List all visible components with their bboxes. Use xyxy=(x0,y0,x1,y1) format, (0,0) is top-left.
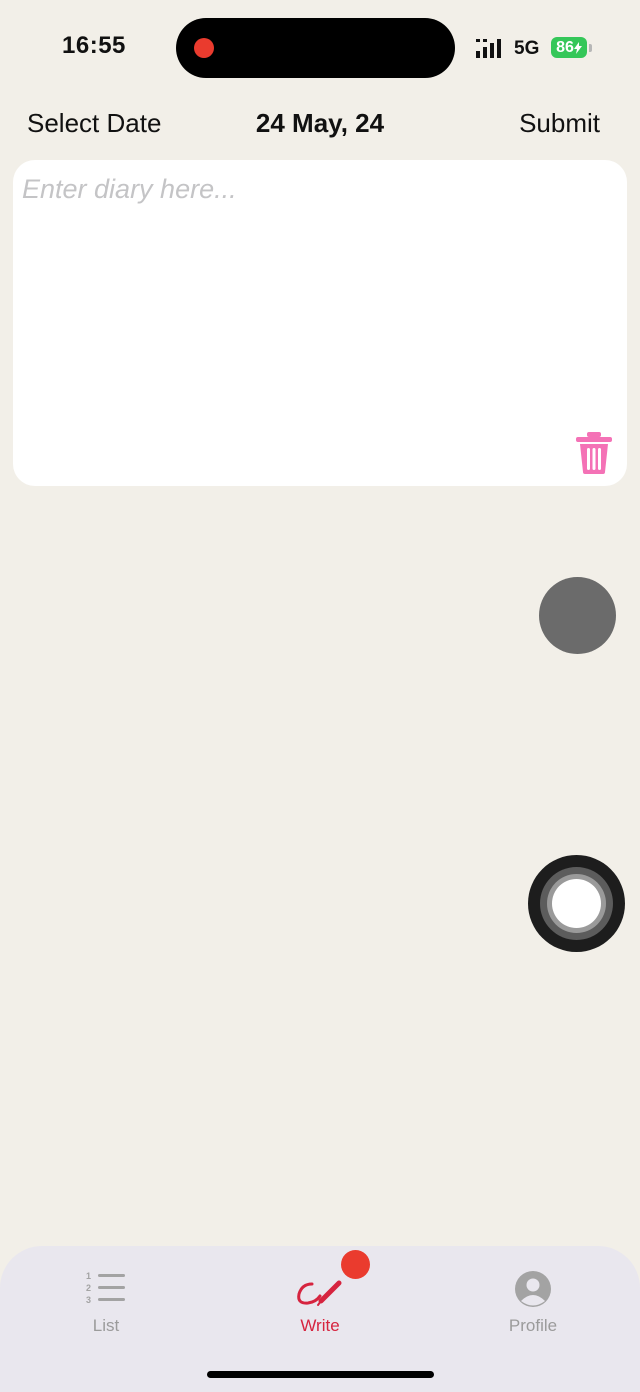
floating-touch-indicator xyxy=(539,577,616,654)
tab-profile-label: Profile xyxy=(508,1316,558,1335)
diary-input[interactable] xyxy=(22,174,582,434)
recording-touch-indicator xyxy=(341,1250,370,1279)
battery-indicator: 86 xyxy=(551,37,587,58)
tab-list-label: List xyxy=(92,1316,120,1335)
svg-text:3: 3 xyxy=(86,1295,91,1304)
assistive-touch-button[interactable] xyxy=(528,855,625,952)
charging-bolt-icon xyxy=(573,41,582,54)
status-time: 16:55 xyxy=(62,32,126,59)
submit-button[interactable]: Submit xyxy=(519,108,600,139)
svg-text:2: 2 xyxy=(86,1283,91,1293)
person-circle-icon xyxy=(515,1271,551,1307)
svg-text:1: 1 xyxy=(86,1271,91,1281)
battery-level: 86 xyxy=(556,38,574,56)
network-type: 5G xyxy=(514,38,540,59)
tab-write-label: Write xyxy=(300,1316,340,1335)
home-indicator xyxy=(207,1371,434,1378)
numbered-list-icon: 1 2 3 xyxy=(86,1271,125,1304)
recording-indicator-icon xyxy=(194,38,214,58)
trash-icon[interactable] xyxy=(576,432,612,474)
battery-nub xyxy=(589,44,592,52)
dynamic-island xyxy=(176,18,455,78)
diary-card xyxy=(13,160,627,486)
pen-signature-icon xyxy=(297,1280,342,1306)
cellular-signal-icon xyxy=(476,39,501,58)
